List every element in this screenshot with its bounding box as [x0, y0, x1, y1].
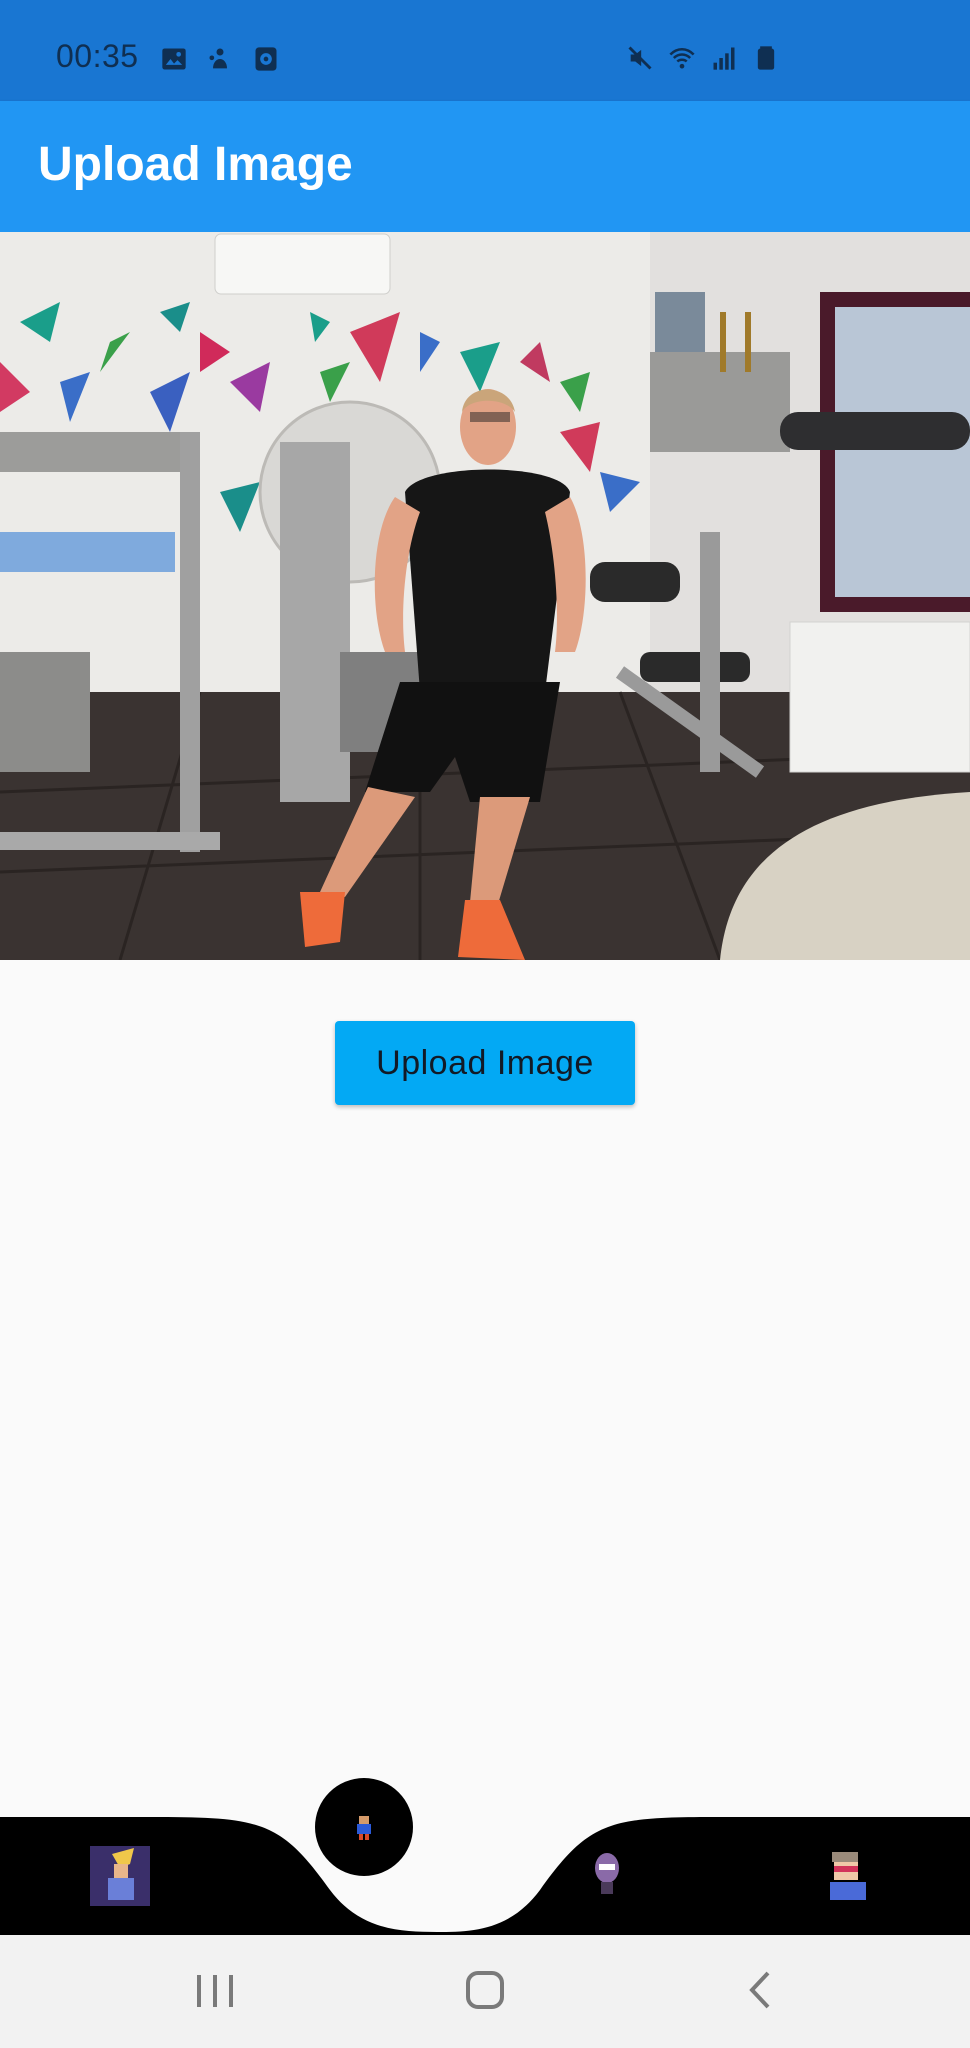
pet-icon: [209, 48, 227, 69]
status-time: 00:35: [56, 38, 139, 74]
signal-icon: [713, 47, 735, 70]
back-icon: [749, 1971, 770, 2009]
page-title: Upload Image: [38, 138, 353, 191]
battery-icon: [757, 46, 775, 70]
nav-item-warrior[interactable]: [90, 1846, 150, 1906]
avatar-pixel-hero-icon: [357, 1816, 371, 1840]
nav-item-pixel-hero[interactable]: [315, 1778, 413, 1876]
app-bar: Upload Image: [0, 101, 970, 232]
status-bar: 00:35: [0, 0, 970, 101]
status-right-icons: [626, 44, 780, 72]
mute-icon: [628, 46, 652, 70]
app-icon: [255, 47, 277, 71]
avatar-warrior-icon: [90, 1846, 150, 1906]
home-button[interactable]: [455, 1965, 515, 2015]
uploaded-photo: [0, 232, 970, 960]
system-navigation-bar: [0, 1935, 970, 2048]
home-icon: [466, 1971, 504, 2009]
recent-apps-icon: [197, 1975, 233, 2007]
back-button[interactable]: [730, 1965, 790, 2015]
recent-apps-button[interactable]: [185, 1965, 245, 2015]
nav-item-sunglasses[interactable]: [820, 1846, 876, 1902]
nav-item-masked-figure[interactable]: [587, 1850, 627, 1896]
gym-scene-illustration: [0, 232, 970, 960]
wifi-icon: [669, 47, 695, 69]
avatar-masked-figure-icon: [595, 1853, 619, 1894]
status-left-icons: [160, 45, 280, 73]
image-icon: [162, 48, 186, 70]
upload-image-button[interactable]: Upload Image: [335, 1021, 635, 1105]
avatar-sunglasses-icon: [830, 1852, 866, 1900]
